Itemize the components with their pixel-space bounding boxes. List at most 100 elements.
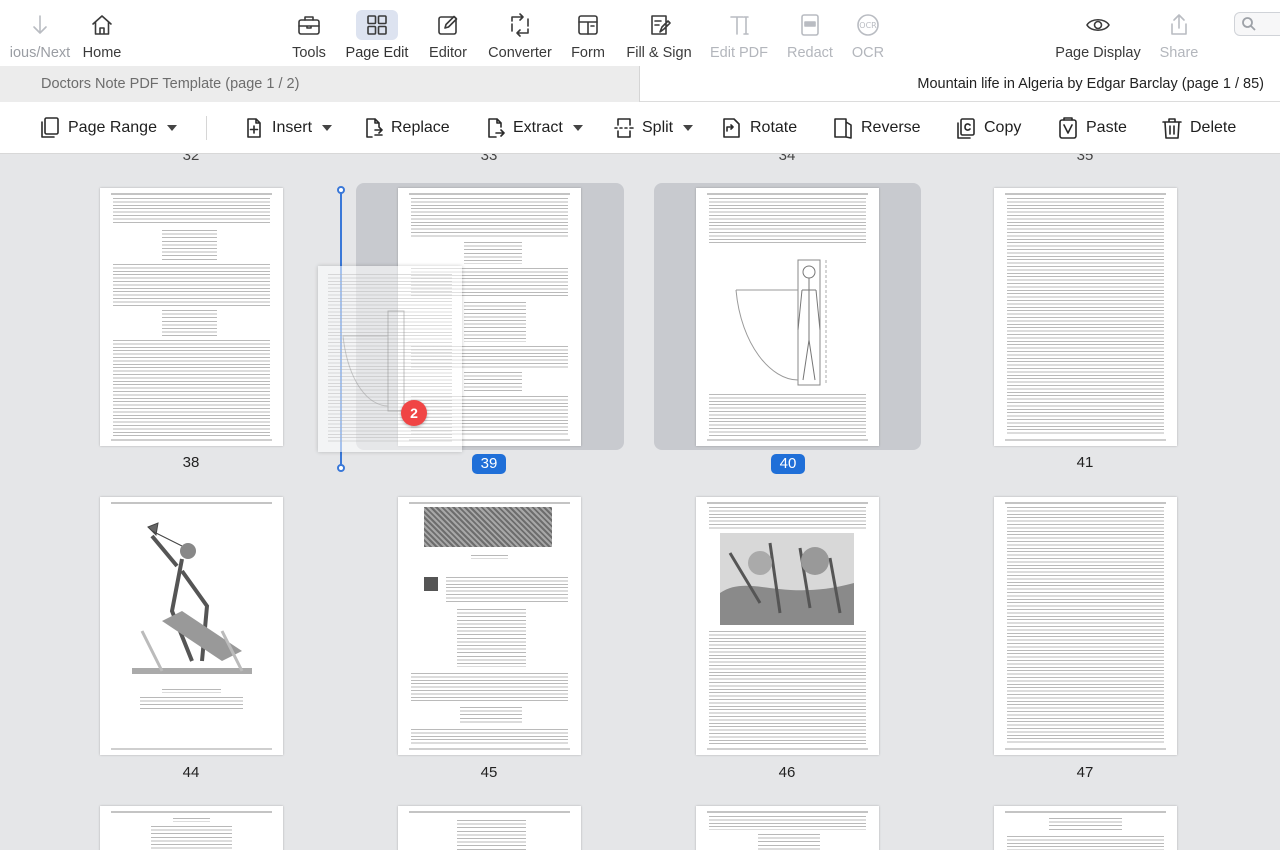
- page-thumbnail-40[interactable]: [696, 188, 879, 446]
- tools-button[interactable]: Tools: [271, 0, 347, 66]
- rotate-button[interactable]: Rotate: [721, 115, 797, 141]
- engraving-illustration: [132, 522, 252, 674]
- fill-sign-button[interactable]: Fill & Sign: [621, 0, 697, 66]
- reverse-button[interactable]: Reverse: [832, 115, 921, 141]
- share-button[interactable]: Share: [1141, 0, 1217, 66]
- tab-mountain-life-label: Mountain life in Algeria by Edgar Barcla…: [917, 76, 1264, 92]
- page-edit-label: Page Edit: [345, 45, 409, 61]
- document-tab-bar: Doctors Note PDF Template (page 1 / 2) M…: [0, 66, 1280, 102]
- engraving-illustration: [720, 533, 854, 625]
- home-button[interactable]: Home: [64, 0, 140, 66]
- page-number-label: 41: [1076, 454, 1094, 471]
- paste-button[interactable]: Paste: [1057, 115, 1127, 141]
- edit-icon: [438, 15, 458, 35]
- page-thumbnail-45[interactable]: [398, 497, 581, 755]
- replace-page-icon: [366, 118, 383, 138]
- redact-icon: [801, 14, 819, 36]
- page-number-label: 47: [1076, 764, 1094, 781]
- page-number-label: 45: [480, 764, 498, 781]
- page-thumbnail[interactable]: [398, 806, 581, 850]
- form-icon: [578, 15, 598, 35]
- edit-pdf-button[interactable]: Edit PDF: [701, 0, 777, 66]
- rotate-icon: [723, 118, 740, 138]
- svg-text:OCR: OCR: [859, 21, 877, 30]
- tools-label: Tools: [292, 45, 326, 61]
- paste-label: Paste: [1086, 119, 1127, 136]
- home-icon: [92, 15, 112, 35]
- converter-button[interactable]: Converter: [482, 0, 558, 66]
- search-icon: [1242, 17, 1256, 31]
- page-number-label: 44: [182, 764, 200, 781]
- grid-icon: [367, 15, 387, 35]
- page-thumbnail-41[interactable]: [994, 188, 1177, 446]
- copy-label: Copy: [984, 119, 1022, 136]
- chevron-down-icon: [166, 125, 177, 131]
- split-dropdown[interactable]: Split: [613, 115, 694, 141]
- home-label: Home: [82, 45, 122, 61]
- toolbox-icon: [298, 16, 320, 35]
- search-field[interactable]: [1234, 12, 1280, 36]
- arrow-down-icon: [33, 15, 47, 34]
- page-thumbnail-47[interactable]: [994, 497, 1177, 755]
- page-thumbnail-46[interactable]: [696, 497, 879, 755]
- extract-label: Extract: [513, 119, 563, 136]
- page-number-label: 46: [778, 764, 796, 781]
- page-display-button[interactable]: Page Display: [1052, 0, 1144, 66]
- replace-button[interactable]: Replace: [362, 115, 450, 141]
- ocr-icon: OCR: [857, 14, 879, 36]
- page-edit-button[interactable]: Page Edit: [339, 0, 415, 66]
- page-thumbnail-38[interactable]: [100, 188, 283, 446]
- insert-button[interactable]: Insert: [243, 115, 333, 141]
- page-number-label: 38: [182, 454, 200, 471]
- tab-doctors-note[interactable]: Doctors Note PDF Template (page 1 / 2): [0, 66, 640, 102]
- insert-label: Insert: [272, 119, 313, 136]
- page-display-label: Page Display: [1055, 45, 1141, 61]
- eye-icon: [1086, 18, 1110, 32]
- drag-count-badge: 2: [401, 400, 427, 426]
- drop-cap: [424, 577, 438, 591]
- form-label: Form: [571, 45, 605, 61]
- page-thumbnail[interactable]: [696, 806, 879, 850]
- insert-page-icon: [247, 118, 261, 138]
- chevron-down-icon: [683, 125, 694, 131]
- chevron-down-icon: [322, 125, 333, 131]
- sign-icon: [651, 15, 671, 35]
- fill-sign-label: Fill & Sign: [626, 45, 692, 61]
- editor-button[interactable]: Editor: [410, 0, 486, 66]
- main-toolbar: ious/Next Home Tools Page Edit Editor Co…: [0, 0, 1280, 66]
- toolbar-divider: [206, 116, 207, 140]
- insert-indicator-top-handle: [337, 186, 345, 194]
- page-number-label-selected: 40: [771, 454, 805, 474]
- page-range-label: Page Range: [68, 119, 157, 136]
- page-thumbnail-44[interactable]: [100, 497, 283, 755]
- convert-icon: [511, 13, 529, 37]
- page-number-label: 35: [1076, 154, 1094, 164]
- page-thumbnail[interactable]: [994, 806, 1177, 850]
- page-thumbnail[interactable]: [100, 806, 283, 850]
- copy-icon: [957, 118, 975, 139]
- figure-illustration: [735, 259, 827, 386]
- redact-label: Redact: [787, 45, 833, 61]
- page-number-label: 34: [778, 154, 796, 164]
- chevron-down-icon: [572, 125, 583, 131]
- trash-icon: [1162, 118, 1182, 139]
- tab-mountain-life[interactable]: Mountain life in Algeria by Edgar Barcla…: [640, 66, 1280, 102]
- dragged-pages-preview: [318, 266, 462, 452]
- page-edit-toolbar: Page Range Insert Replace Extract Split …: [0, 102, 1280, 154]
- previous-next-label: ious/Next: [9, 45, 71, 61]
- text-icon: [730, 16, 749, 35]
- ocr-button[interactable]: OCR OCR: [830, 0, 906, 66]
- form-button[interactable]: Form: [550, 0, 626, 66]
- share-icon: [1171, 14, 1187, 35]
- extract-dropdown[interactable]: Extract: [484, 115, 583, 141]
- share-label: Share: [1159, 45, 1199, 61]
- converter-label: Converter: [488, 45, 552, 61]
- reverse-icon: [834, 118, 852, 139]
- pages-icon: [41, 117, 59, 138]
- rotate-label: Rotate: [750, 119, 798, 136]
- copy-button[interactable]: Copy: [955, 115, 1021, 141]
- delete-button[interactable]: Delete: [1161, 115, 1236, 141]
- page-range-dropdown[interactable]: Page Range: [39, 115, 177, 141]
- page-thumbnail-grid: 32 33 34 35 2 38 39 40 41 44 45 46 47: [0, 154, 1280, 850]
- page-number-label: 33: [480, 154, 498, 164]
